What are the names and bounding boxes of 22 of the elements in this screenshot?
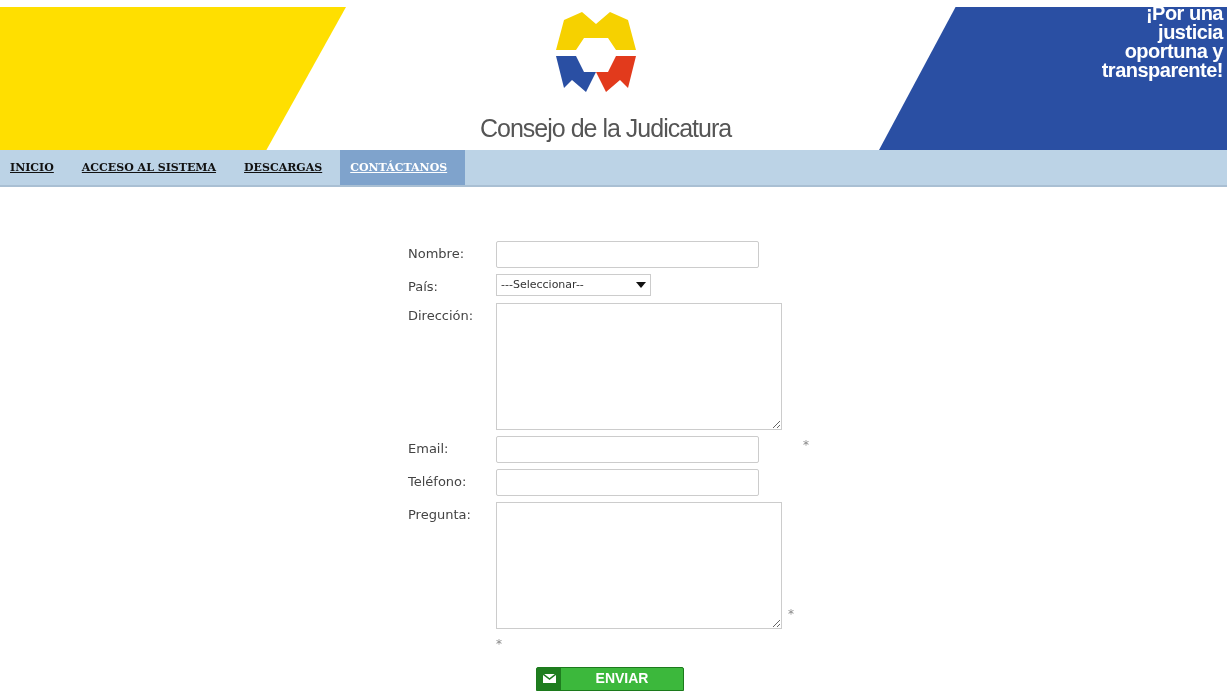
text-area[interactable]	[496, 501, 782, 629]
country-select[interactable]: ---Seleccionar--	[496, 274, 651, 296]
nav-tab[interactable]: DESCARGAS	[234, 150, 341, 185]
input-field[interactable]	[496, 435, 759, 463]
field-label: Pregunta:	[408, 505, 472, 524]
nav-tab[interactable]: ACCESO AL SISTEMA	[71, 150, 235, 185]
caret-icon	[636, 282, 646, 288]
slogan: ¡Por una justicia oportuna y transparente!	[1101, 4, 1223, 80]
field-label: Nombre:	[408, 245, 466, 263]
text-area[interactable]	[496, 302, 782, 430]
required-mark: *	[496, 635, 503, 653]
field-label: País:	[408, 278, 439, 296]
required-mark: *	[788, 605, 794, 623]
input-field[interactable]	[496, 241, 759, 268]
input-field[interactable]	[496, 468, 759, 496]
field-label: Teléfono:	[408, 472, 468, 491]
envelope-icon	[542, 674, 556, 683]
brand-name: Consejo de la Judicatura	[480, 113, 732, 144]
field-label: Dirección:	[408, 306, 475, 325]
required-mark: *	[803, 436, 809, 454]
field-label: Email:	[408, 439, 450, 458]
nav-tab[interactable]: INICIO	[0, 150, 72, 185]
